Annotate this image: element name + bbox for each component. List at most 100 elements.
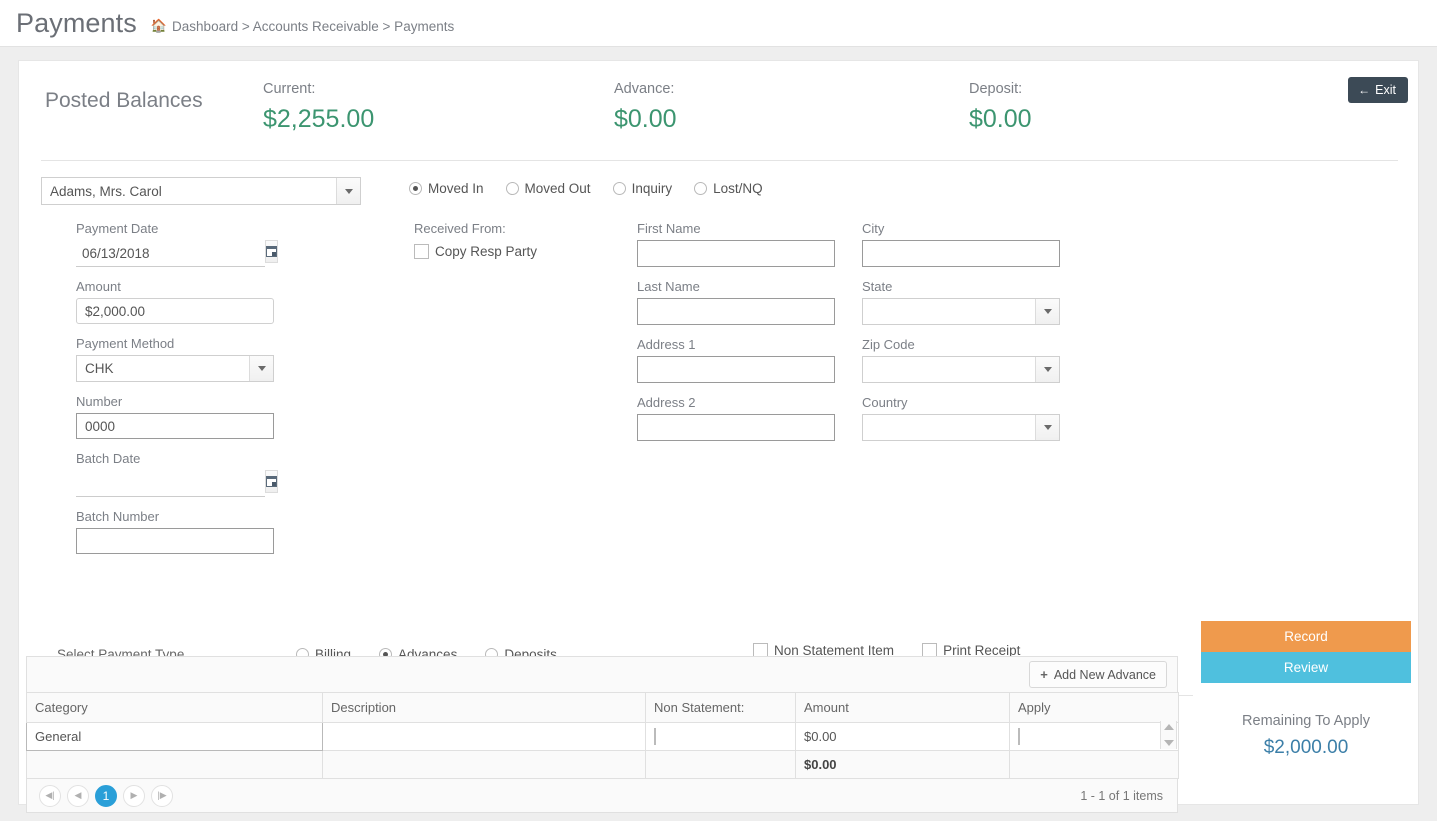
batch-number-input[interactable] bbox=[76, 528, 274, 554]
radio-lost-nq[interactable]: Lost/NQ bbox=[694, 181, 763, 196]
number-input[interactable] bbox=[76, 413, 274, 439]
home-icon: 🏠 bbox=[150, 18, 168, 33]
total-cell-amount: $0.00 bbox=[795, 750, 1010, 779]
chevron-down-icon[interactable] bbox=[1035, 299, 1059, 324]
amount-input[interactable] bbox=[76, 298, 274, 324]
row-apply-checkbox[interactable] bbox=[1018, 728, 1020, 745]
address2-input[interactable] bbox=[637, 414, 835, 441]
chevron-down-icon[interactable] bbox=[249, 356, 273, 381]
exit-button[interactable]: ← Exit bbox=[1348, 77, 1408, 103]
field-first-name: First Name bbox=[637, 221, 835, 267]
person-select[interactable]: Adams, Mrs. Carol bbox=[41, 177, 361, 205]
city-input[interactable] bbox=[862, 240, 1060, 267]
cell-non-statement[interactable] bbox=[645, 722, 796, 751]
add-new-advance-button[interactable]: + Add New Advance bbox=[1029, 661, 1167, 688]
balance-deposit: Deposit: $0.00 bbox=[969, 81, 1032, 134]
batch-number-label: Batch Number bbox=[76, 509, 160, 524]
column-header-non-statement: Non Statement: bbox=[645, 692, 796, 723]
radio-inquiry-indicator bbox=[612, 182, 626, 195]
first-name-input[interactable] bbox=[637, 240, 835, 267]
cell-category[interactable]: General bbox=[26, 722, 323, 751]
cell-amount[interactable]: $0.00 bbox=[795, 722, 1010, 751]
grid-pager: ◀| ◀ 1 ▶ |▶ 1 - 1 of 1 items bbox=[26, 779, 1178, 813]
batch-date-input[interactable] bbox=[76, 470, 265, 497]
radio-moved-in-indicator bbox=[409, 182, 422, 195]
arrow-left-icon: ← bbox=[1358, 83, 1371, 97]
field-address1: Address 1 bbox=[637, 337, 835, 383]
balance-deposit-label: Deposit: bbox=[969, 81, 1023, 97]
chevron-down-icon[interactable] bbox=[336, 178, 360, 204]
received-from-label: Received From: bbox=[414, 221, 506, 236]
field-last-name: Last Name bbox=[637, 279, 835, 325]
last-name-input[interactable] bbox=[637, 298, 835, 325]
exit-button-label: Exit bbox=[1375, 83, 1396, 97]
scroll-up-icon[interactable] bbox=[1163, 724, 1174, 730]
zip-code-label: Zip Code bbox=[862, 337, 915, 352]
total-cell-non-statement bbox=[645, 750, 796, 779]
advances-grid: + Add New Advance Category Description N… bbox=[26, 656, 1179, 813]
advances-table: Category Description Non Statement: Amou… bbox=[26, 692, 1179, 779]
radio-moved-out-label: Moved Out bbox=[524, 181, 591, 196]
radio-moved-in-label: Moved In bbox=[428, 181, 484, 196]
radio-moved-in[interactable]: Moved In bbox=[409, 181, 484, 196]
cell-description[interactable] bbox=[322, 722, 646, 751]
field-state: State bbox=[862, 279, 1060, 325]
field-batch-date: Batch Date bbox=[76, 451, 278, 497]
field-address2: Address 2 bbox=[637, 395, 835, 441]
record-button[interactable]: Record bbox=[1201, 621, 1411, 652]
address2-label: Address 2 bbox=[637, 395, 696, 410]
page-last-button[interactable]: |▶ bbox=[151, 784, 173, 807]
row-non-statement-checkbox[interactable] bbox=[654, 728, 656, 745]
radio-lost-nq-label: Lost/NQ bbox=[713, 181, 763, 196]
calendar-icon[interactable] bbox=[265, 240, 278, 263]
scroll-down-icon[interactable] bbox=[1163, 740, 1174, 746]
table-row[interactable]: General $0.00 bbox=[26, 722, 1179, 751]
batch-date-field[interactable] bbox=[76, 470, 278, 497]
field-zip-code: Zip Code bbox=[862, 337, 1060, 383]
field-payment-date: Payment Date bbox=[76, 221, 278, 267]
address1-input[interactable] bbox=[637, 356, 835, 383]
total-cell-apply bbox=[1009, 750, 1179, 779]
last-name-label: Last Name bbox=[637, 279, 700, 294]
state-label: State bbox=[862, 279, 893, 294]
country-select[interactable] bbox=[862, 414, 1060, 441]
first-name-label: First Name bbox=[637, 221, 701, 236]
selector-row: Adams, Mrs. Carol Moved In Moved Out Inq… bbox=[41, 177, 1398, 213]
page-header: Payments 🏠 Dashboard > Accounts Receivab… bbox=[0, 0, 1437, 47]
table-total-row: $0.00 bbox=[26, 750, 1179, 779]
payment-method-label: Payment Method bbox=[76, 336, 175, 351]
cell-apply[interactable] bbox=[1009, 722, 1179, 751]
page-first-button[interactable]: ◀| bbox=[39, 784, 61, 807]
header-divider bbox=[41, 160, 1398, 161]
zip-code-select[interactable] bbox=[862, 356, 1060, 383]
page-prev-button[interactable]: ◀ bbox=[67, 784, 89, 807]
payment-date-field[interactable] bbox=[76, 240, 278, 267]
payment-date-input[interactable] bbox=[76, 240, 265, 267]
plus-icon: + bbox=[1040, 667, 1048, 682]
column-header-category: Category bbox=[26, 692, 323, 723]
balance-advance-value: $0.00 bbox=[614, 105, 677, 133]
radio-inquiry-label: Inquiry bbox=[631, 181, 673, 196]
state-select[interactable] bbox=[862, 298, 1060, 325]
page-next-button[interactable]: ▶ bbox=[123, 784, 145, 807]
radio-lost-nq-indicator bbox=[694, 182, 708, 195]
radio-inquiry[interactable]: Inquiry bbox=[612, 181, 673, 196]
person-select-value: Adams, Mrs. Carol bbox=[50, 183, 162, 199]
remaining-to-apply-label: Remaining To Apply bbox=[1242, 713, 1370, 729]
balance-current-label: Current: bbox=[263, 81, 316, 97]
review-button[interactable]: Review bbox=[1201, 652, 1411, 683]
calendar-icon[interactable] bbox=[265, 470, 278, 493]
form-column-address: City State Zip Code Country bbox=[862, 221, 1060, 453]
pager-info: 1 - 1 of 1 items bbox=[1080, 788, 1163, 803]
field-number: Number bbox=[76, 394, 274, 439]
form-column-name: First Name Last Name Address 1 Address 2 bbox=[637, 221, 835, 453]
page-1-button[interactable]: 1 bbox=[95, 784, 117, 807]
breadcrumb: 🏠 Dashboard > Accounts Receivable > Paym… bbox=[151, 12, 454, 34]
radio-moved-out[interactable]: Moved Out bbox=[505, 181, 591, 196]
chevron-down-icon[interactable] bbox=[1035, 357, 1059, 382]
payment-method-select[interactable]: CHK bbox=[76, 355, 274, 382]
copy-resp-party-checkbox[interactable]: Copy Resp Party bbox=[414, 244, 537, 259]
chevron-down-icon[interactable] bbox=[1035, 415, 1059, 440]
grid-scrollbar[interactable] bbox=[1160, 721, 1177, 749]
grid-toolbar: + Add New Advance bbox=[26, 656, 1178, 692]
